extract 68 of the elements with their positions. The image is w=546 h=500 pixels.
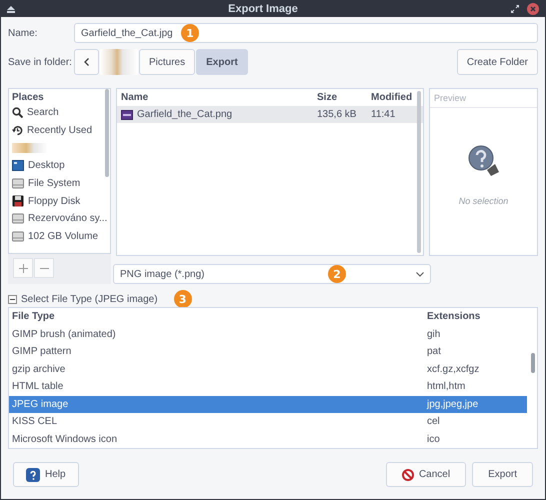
column-header[interactable]: File Type — [9, 308, 424, 326]
cancel-button[interactable]: Cancel — [386, 462, 466, 487]
scrollbar-thumb[interactable] — [105, 89, 109, 177]
path-button[interactable]: Export — [196, 49, 248, 75]
extension-cell[interactable]: ico — [424, 430, 527, 448]
remove-button[interactable] — [34, 258, 54, 278]
redacted-path-button[interactable] — [100, 49, 138, 75]
add-button[interactable] — [13, 258, 33, 278]
file-type-cell[interactable]: GIMP brush (animated) — [9, 326, 424, 343]
back-button[interactable] — [74, 49, 99, 75]
file-type-cell[interactable]: HTML table — [9, 378, 424, 396]
maximize-icon — [511, 4, 519, 12]
extension-cell[interactable]: xcf.gz,xcfgz — [424, 360, 527, 378]
place-item[interactable]: 102 GB Volume — [9, 228, 110, 246]
column-header[interactable]: Size — [313, 89, 367, 106]
name-label: Name: — [8, 28, 38, 38]
search-icon — [12, 107, 23, 118]
help-button[interactable]: Help — [13, 462, 79, 487]
chevron-down-icon — [416, 272, 424, 276]
file-type-cell[interactable]: KISS CEL — [9, 413, 424, 430]
drive-icon — [12, 213, 24, 224]
place-item[interactable]: Floppy Disk — [9, 192, 110, 210]
column-header[interactable]: Modified — [367, 89, 423, 106]
file-type-cell[interactable]: gzip archive — [9, 360, 424, 378]
place-item[interactable]: Recently Used — [9, 122, 110, 140]
cancel-icon — [402, 468, 414, 480]
expander-toggle[interactable] — [8, 294, 17, 304]
help-icon — [26, 468, 40, 482]
file-modified-cell: 11:41 — [367, 106, 423, 123]
folder-label: Save in folder: — [8, 56, 73, 68]
place-item[interactable]: Rezervováno sy... — [9, 210, 110, 228]
close-icon — [527, 2, 539, 14]
number-badge: 3 — [174, 290, 192, 308]
scrollbar-thumb[interactable] — [531, 353, 535, 373]
export-button[interactable]: Export — [472, 462, 533, 487]
extension-cell[interactable]: html,htm — [424, 378, 527, 396]
desktop-icon — [12, 160, 24, 172]
extension-cell[interactable]: cel — [424, 413, 527, 430]
preview-status: No selection — [458, 196, 508, 206]
expander-label[interactable]: Select File Type (JPEG image) — [21, 294, 158, 304]
redacted-place — [12, 143, 48, 154]
place-item[interactable]: Desktop — [9, 157, 110, 175]
place-item[interactable]: File System — [9, 174, 110, 192]
extension-cell[interactable]: gih — [424, 326, 527, 343]
file-type-cell[interactable]: GIMP pattern — [9, 343, 424, 360]
clock-arrow-icon — [12, 125, 23, 136]
scrollbar-thumb[interactable] — [417, 91, 421, 253]
extension-cell[interactable]: pat — [424, 343, 527, 360]
drive-icon — [12, 231, 24, 242]
column-header[interactable]: Extensions — [424, 308, 527, 326]
eject-icon — [7, 4, 15, 12]
add-icon — [18, 264, 28, 272]
gimp-question-icon — [466, 144, 500, 178]
create-folder-button[interactable]: Create Folder — [456, 49, 538, 75]
window-title: Export Image — [227, 2, 299, 14]
place-item[interactable]: Search — [9, 104, 110, 122]
column-header[interactable]: Name — [117, 89, 313, 106]
drive-icon — [12, 178, 24, 190]
file-name-cell[interactable]: Garfield_the_Cat.png — [117, 106, 313, 123]
extension-cell[interactable]: jpg,jpeg,jpe — [424, 396, 527, 413]
file-type-cell[interactable]: JPEG image — [9, 396, 424, 413]
chevron-left-icon — [84, 58, 89, 66]
places-heading: Places — [11, 91, 45, 104]
file-size-cell: 135,6 kB — [313, 106, 367, 123]
preview-heading: Preview — [430, 89, 537, 108]
file-type-cell[interactable]: Microsoft Windows icon — [9, 430, 424, 448]
image-file-icon — [121, 110, 133, 120]
path-button[interactable]: Pictures — [139, 49, 196, 75]
